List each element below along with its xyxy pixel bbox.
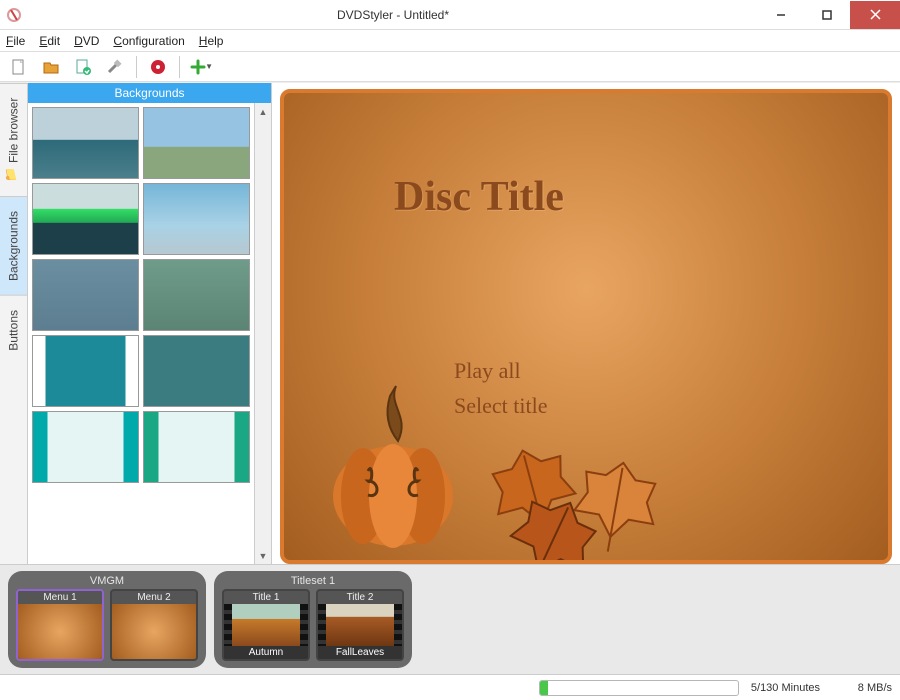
preview-area: Disc Title Play all Select title	[272, 83, 900, 564]
tab-label: Backgrounds	[7, 211, 21, 281]
tab-buttons[interactable]: Buttons	[0, 295, 27, 365]
new-button[interactable]	[6, 54, 32, 80]
disc-title-text[interactable]: Disc Title	[394, 173, 564, 221]
pumpkin-graphic	[318, 381, 468, 554]
background-thumb[interactable]	[143, 107, 250, 179]
background-thumb[interactable]	[143, 411, 250, 483]
timeline-group: Titleset 1 Title 1 Autumn Title 2 FallLeaves	[214, 571, 412, 668]
scroll-down-icon[interactable]: ▼	[255, 547, 271, 564]
timeline-group-label: Titleset 1	[222, 575, 404, 587]
timeline-item-label: Menu 1	[18, 591, 102, 604]
progress-bar-fill	[540, 681, 548, 695]
minimize-button[interactable]	[758, 1, 804, 29]
tab-label: File browser	[7, 98, 21, 163]
menubar: File Edit DVD Configuration Help	[0, 30, 900, 52]
timeline-item[interactable]: Title 1 Autumn	[222, 589, 310, 661]
leaves-graphic	[454, 431, 714, 564]
menu-link-play-all[interactable]: Play all	[454, 353, 547, 388]
menu-preview[interactable]: Disc Title Play all Select title	[280, 89, 892, 564]
timeline-item-label: Title 2	[318, 591, 402, 604]
folder-icon: 📁	[6, 168, 21, 182]
save-button[interactable]	[70, 54, 96, 80]
timeline-group: VMGM Menu 1 Menu 2	[8, 571, 206, 668]
timeline-group-label: VMGM	[16, 575, 198, 587]
tab-backgrounds[interactable]: Backgrounds	[0, 196, 27, 295]
menu-help[interactable]: Help	[199, 34, 224, 48]
app-icon	[0, 7, 28, 23]
menu-link-select-title[interactable]: Select title	[454, 388, 547, 423]
tab-file-browser[interactable]: 📁 File browser	[0, 83, 27, 196]
background-thumb[interactable]	[32, 183, 139, 255]
minutes-text: 5/130 Minutes	[751, 682, 820, 694]
timeline-item-label: Title 1	[224, 591, 308, 604]
close-button[interactable]	[850, 1, 900, 29]
tab-label: Buttons	[7, 310, 21, 351]
window-title: DVDStyler - Untitled*	[28, 8, 758, 22]
timeline-item[interactable]: Menu 1	[16, 589, 104, 661]
background-thumb[interactable]	[143, 335, 250, 407]
panel-header: Backgrounds	[28, 83, 271, 103]
menu-links: Play all Select title	[454, 353, 547, 423]
timeline-item[interactable]: Menu 2	[110, 589, 198, 661]
timeline-item-label: Menu 2	[112, 591, 196, 604]
window-controls	[758, 1, 900, 29]
add-button[interactable]: ▼	[188, 54, 214, 80]
toolbar-separator	[179, 56, 180, 78]
backgrounds-panel: Backgrounds ▲ ▼	[28, 83, 272, 564]
open-button[interactable]	[38, 54, 64, 80]
statusbar: 5/130 Minutes 8 MB/s	[0, 674, 900, 700]
background-thumb[interactable]	[32, 335, 139, 407]
dropdown-caret-icon: ▼	[205, 62, 213, 71]
titlebar: DVDStyler - Untitled*	[0, 0, 900, 30]
scroll-up-icon[interactable]: ▲	[255, 103, 271, 120]
timeline-item-caption: FallLeaves	[318, 646, 402, 659]
disc-usage-progress	[539, 680, 739, 696]
background-thumb[interactable]	[32, 259, 139, 331]
menu-edit[interactable]: Edit	[39, 34, 60, 48]
side-tabs: 📁 File browser Backgrounds Buttons	[0, 83, 28, 564]
timeline-item-caption: Autumn	[224, 646, 308, 659]
main-area: 📁 File browser Backgrounds Buttons Backg…	[0, 82, 900, 564]
menu-file[interactable]: File	[6, 34, 25, 48]
toolbar: ▼	[0, 52, 900, 82]
timeline[interactable]: VMGMMenu 1Menu 2Titleset 1Title 1AutumnT…	[0, 564, 900, 674]
settings-button[interactable]	[102, 54, 128, 80]
background-thumb[interactable]	[143, 259, 250, 331]
menu-dvd[interactable]: DVD	[74, 34, 99, 48]
background-thumb[interactable]	[32, 107, 139, 179]
background-thumb[interactable]	[32, 411, 139, 483]
timeline-item[interactable]: Title 2 FallLeaves	[316, 589, 404, 661]
menu-configuration[interactable]: Configuration	[113, 34, 184, 48]
maximize-button[interactable]	[804, 1, 850, 29]
bitrate-text: 8 MB/s	[832, 682, 892, 694]
background-thumbnails	[28, 103, 254, 564]
scrollbar[interactable]: ▲ ▼	[254, 103, 271, 564]
toolbar-separator	[136, 56, 137, 78]
burn-button[interactable]	[145, 54, 171, 80]
background-thumb[interactable]	[143, 183, 250, 255]
